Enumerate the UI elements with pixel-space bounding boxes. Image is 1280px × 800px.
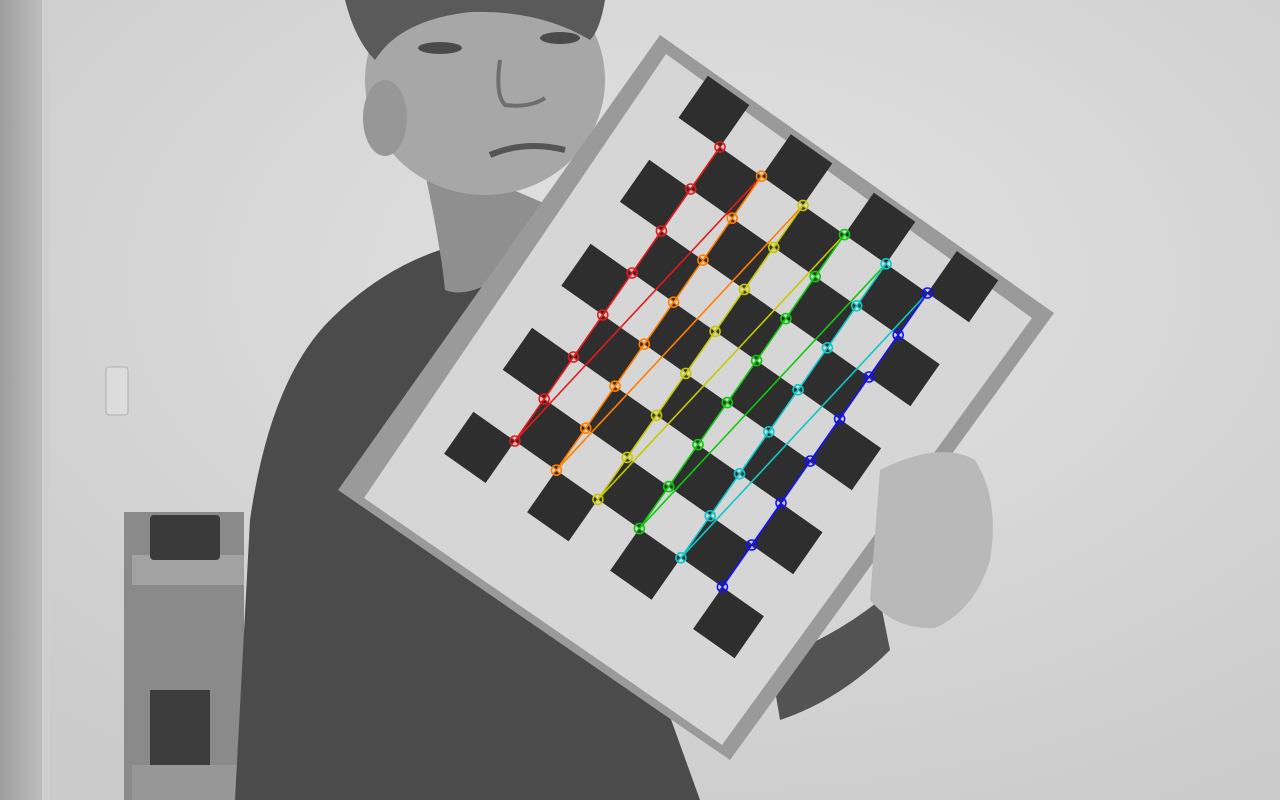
photo-scene — [0, 0, 1280, 800]
person-left-eye — [418, 42, 462, 54]
person-right-eye — [540, 32, 580, 44]
person-ear — [363, 80, 407, 156]
shelf — [124, 512, 244, 800]
door-frame — [0, 0, 42, 800]
light-switch — [105, 366, 129, 416]
door-frame-edge — [42, 0, 50, 800]
